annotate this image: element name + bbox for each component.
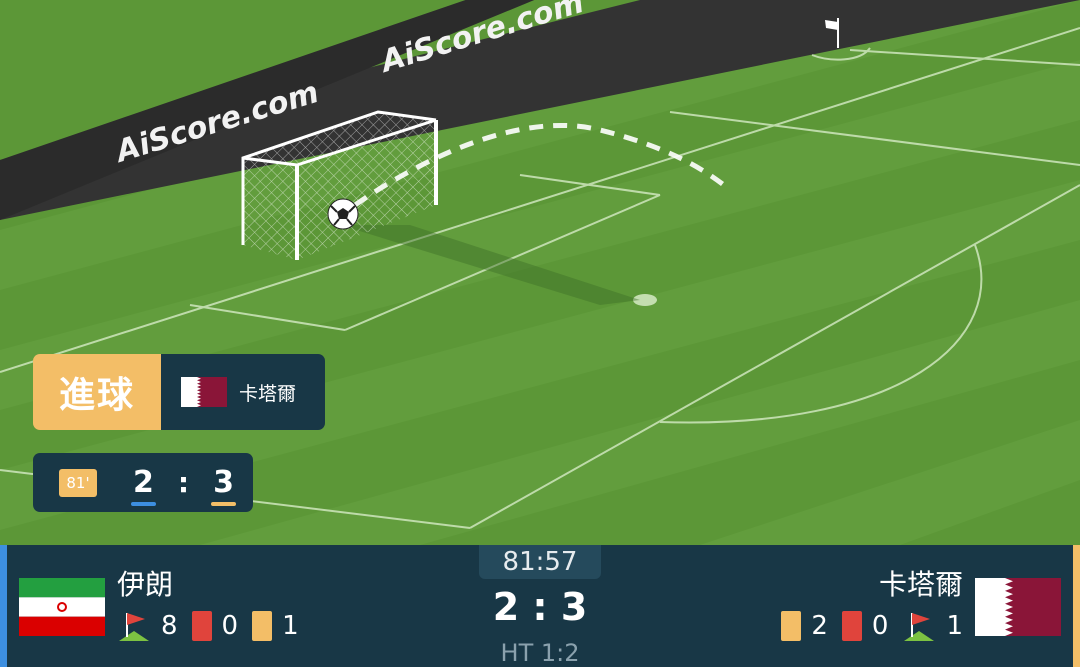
qatar-flag-icon [975,578,1061,636]
away-accent-edge [1073,545,1080,667]
red-card-icon [191,611,212,641]
away-yellow-cards: 2 [811,611,828,641]
yellow-card-icon [252,611,273,641]
corner-flag-icon [904,613,935,641]
away-team-name: 卡塔爾 [878,568,963,601]
mini-home-score: 2 [131,464,156,506]
yellow-card-icon [781,611,802,641]
away-underline [211,501,236,506]
mini-away-score: 3 [211,464,236,506]
home-stats: 8 0 1 [117,609,313,643]
mini-away-score-value: 3 [213,464,234,500]
home-corners: 8 [161,611,178,641]
home-yellow-cards: 1 [282,611,299,641]
iran-flag-icon [19,578,105,636]
away-red-cards: 0 [871,611,889,641]
event-team: 卡塔爾 [161,354,325,430]
match-score: 2 : 3 [492,585,588,629]
home-accent-edge [0,545,7,667]
event-type-label: 進球 [33,354,161,430]
minute-badge: 81' [59,468,97,497]
corner-flag-icon [119,613,149,641]
away-stats: 2 0 1 [781,609,963,643]
half-time-score: HT 1:2 [500,639,580,667]
event-team-name: 卡塔爾 [239,382,297,405]
ball-icon [327,198,359,230]
mini-score-separator: : [177,466,190,499]
home-team-name: 伊朗 [117,568,174,601]
red-card-icon [841,611,862,641]
qatar-flag-icon [181,377,227,407]
scoreboard-bar: 伊朗 8 0 1 81:57 2 : 3 HT 1:2 卡塔爾 2 0 1 [0,545,1080,667]
mini-home-score-value: 2 [133,464,154,500]
away-corners: 1 [946,611,963,641]
home-red-cards: 0 [221,611,239,641]
match-clock: 81:57 [479,545,601,579]
home-underline [131,501,156,506]
mini-scoreboard: 81' 2 : 3 [33,453,253,512]
event-card: 進球 卡塔爾 [33,354,325,430]
